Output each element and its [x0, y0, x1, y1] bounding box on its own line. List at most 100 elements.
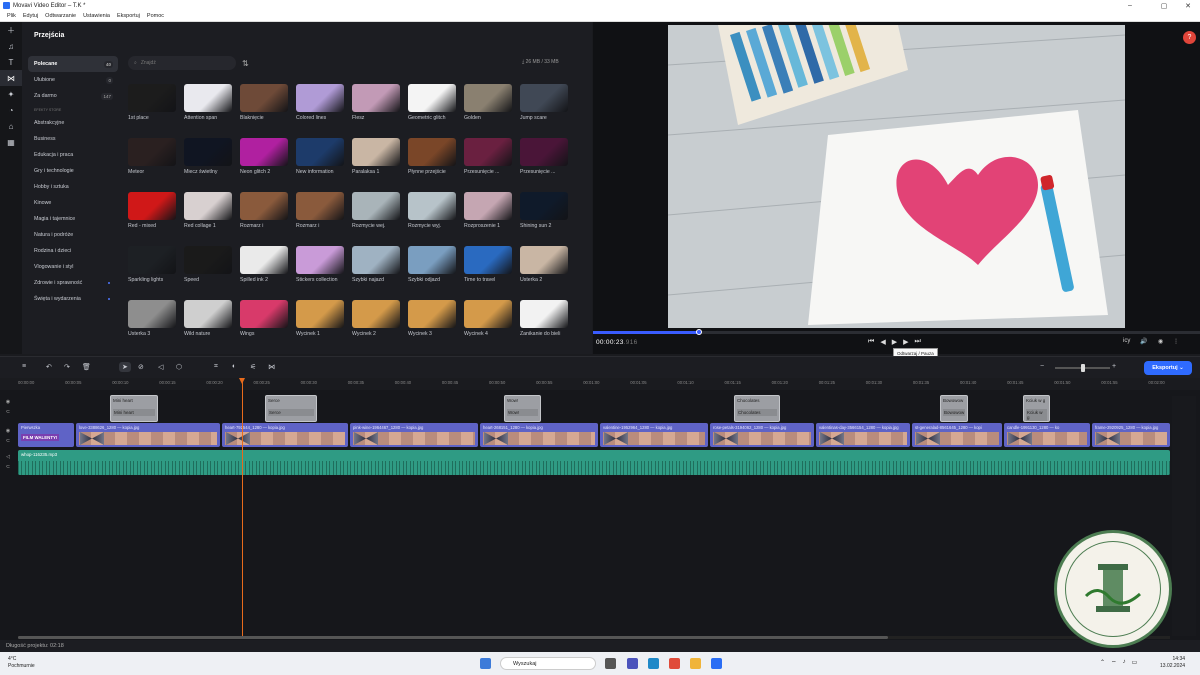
- select-tool-icon[interactable]: ➤: [119, 362, 131, 372]
- skip-start-icon[interactable]: ⏮: [868, 338, 874, 346]
- menu-edit[interactable]: Edytuj: [23, 13, 38, 19]
- category-2[interactable]: Za darmo 147: [28, 88, 118, 104]
- transition-tile[interactable]: Spilled ink 2: [240, 246, 288, 283]
- snapshot-icon[interactable]: ◉: [1158, 338, 1163, 345]
- crop-icon[interactable]: ⌗: [214, 363, 218, 371]
- weather-widget[interactable]: 4°C Pochmurnie: [8, 656, 35, 670]
- category-1[interactable]: Ulubione 0: [28, 72, 118, 88]
- clock[interactable]: 14:34 13.02.2024: [1160, 656, 1185, 670]
- chevron-up-icon[interactable]: ⌃: [1100, 659, 1105, 667]
- transition-thumbnail[interactable]: [520, 138, 568, 166]
- category-store-7[interactable]: Natura i podróże: [28, 227, 118, 243]
- transition-thumbnail[interactable]: [240, 246, 288, 274]
- category-0[interactable]: Polecane 40: [28, 56, 118, 72]
- transition-tile[interactable]: Wycinek 1: [296, 300, 344, 337]
- delete-icon[interactable]: 🗑: [82, 363, 91, 371]
- help-button[interactable]: ?: [1183, 31, 1196, 44]
- transition-tile[interactable]: Blaknięcie: [240, 84, 288, 121]
- track-settings-icon[interactable]: ≡: [22, 363, 26, 370]
- title-clip[interactable]: Serce Serce: [265, 395, 317, 422]
- category-store-4[interactable]: Hobby i sztuka: [28, 179, 118, 195]
- video-clip[interactable]: valentinas-day-3566154_1280 — kopia.jpg: [816, 423, 910, 447]
- more-options-icon[interactable]: ⋮: [1173, 338, 1179, 345]
- mute-icon[interactable]: ◁: [6, 454, 10, 460]
- transition-tile[interactable]: Flesz: [352, 84, 400, 121]
- prev-frame-icon[interactable]: ◀: [880, 338, 885, 346]
- transition-tile[interactable]: Przesunięcie ...: [464, 138, 512, 175]
- redo-icon[interactable]: ↷: [64, 363, 70, 371]
- zoom-handle[interactable]: [1081, 364, 1085, 372]
- marker-icon[interactable]: ◁: [158, 363, 163, 371]
- transition-thumbnail[interactable]: [128, 246, 176, 274]
- transition-thumbnail[interactable]: [464, 192, 512, 220]
- transition-tile[interactable]: Stickers collection: [296, 246, 344, 283]
- transition-tile[interactable]: Rozmycie wej.: [352, 192, 400, 229]
- volume-icon[interactable]: 🔊: [1140, 338, 1147, 345]
- adjust-icon[interactable]: ⚟: [250, 363, 256, 371]
- blade-tool-icon[interactable]: ⊘: [138, 363, 144, 371]
- transition-tile[interactable]: Wycinek 3: [408, 300, 456, 337]
- more-icon[interactable]: ▦: [0, 134, 22, 150]
- title-clip[interactable]: Kciuk w g Kciuk w g: [1023, 395, 1050, 422]
- menu-playback[interactable]: Odtwarzanie: [45, 13, 76, 19]
- transition-thumbnail[interactable]: [184, 84, 232, 112]
- time-ruler[interactable]: 00:00:00 00:00:05 00:00:10 00:00:15 00:00:20…: [0, 378, 1200, 390]
- music-icon[interactable]: ♫: [0, 38, 22, 54]
- transition-thumbnail[interactable]: [464, 84, 512, 112]
- transition-tile[interactable]: Przesunięcie ...: [520, 138, 568, 175]
- transition-tile[interactable]: 1st place: [128, 84, 176, 121]
- export-button[interactable]: Eksportuj ⌄: [1144, 361, 1192, 375]
- taskbar-search[interactable]: Wyszukaj: [500, 657, 596, 670]
- transition-thumbnail[interactable]: [240, 300, 288, 328]
- video-clip[interactable]: heart-792544_1280 — kopia.jpg: [222, 423, 348, 447]
- transition-thumbnail[interactable]: [128, 138, 176, 166]
- transition-tile[interactable]: Rozproszenie 1: [464, 192, 512, 229]
- category-store-6[interactable]: Magia i tajemnice: [28, 211, 118, 227]
- plus-icon[interactable]: ＋: [0, 22, 22, 38]
- transition-tile[interactable]: Golden: [464, 84, 512, 121]
- audio-clip[interactable]: whop-116235.mp3: [18, 450, 1170, 475]
- zoom-out-icon[interactable]: −: [1040, 363, 1044, 370]
- transition-thumbnail[interactable]: [296, 138, 344, 166]
- transition-tile[interactable]: Attention span: [184, 84, 232, 121]
- video-clip[interactable]: Pierwszka FILM WALENTY!: [18, 423, 74, 447]
- transition-tile[interactable]: Rozmarz i: [296, 192, 344, 229]
- transition-tile[interactable]: Neon glitch 2: [240, 138, 288, 175]
- transition-thumbnail[interactable]: [408, 246, 456, 274]
- title-clip[interactable]: Wow! Wow!: [504, 395, 541, 422]
- explorer-icon[interactable]: [690, 658, 701, 669]
- transition-thumbnail[interactable]: [128, 300, 176, 328]
- speaker-icon[interactable]: ♪: [1123, 659, 1126, 667]
- chrome-icon[interactable]: [669, 658, 680, 669]
- text-icon[interactable]: T: [0, 54, 22, 70]
- zoom-in-icon[interactable]: +: [1112, 363, 1116, 370]
- transition-thumbnail[interactable]: [184, 300, 232, 328]
- undo-icon[interactable]: ↶: [46, 363, 52, 371]
- transition-thumbnail[interactable]: [464, 138, 512, 166]
- transition-tile[interactable]: Usterka 2: [520, 246, 568, 283]
- transition-thumbnail[interactable]: [296, 84, 344, 112]
- video-clip[interactable]: frame-2920925_1280 — kopia.jpg: [1092, 423, 1170, 447]
- transition-tile[interactable]: Geometric glitch: [408, 84, 456, 121]
- color-icon[interactable]: ◐: [232, 363, 236, 370]
- transition-tile[interactable]: Wycinek 4: [464, 300, 512, 337]
- transition-thumbnail[interactable]: [408, 192, 456, 220]
- transition-thumbnail[interactable]: [128, 84, 176, 112]
- transition-thumbnail[interactable]: [184, 138, 232, 166]
- transition-thumbnail[interactable]: [296, 192, 344, 220]
- playhead-handle[interactable]: [239, 378, 245, 384]
- menu-settings[interactable]: Ustawienia: [83, 13, 110, 19]
- transition-tile[interactable]: Miecz świetlny: [184, 138, 232, 175]
- transition-thumbnail[interactable]: [352, 246, 400, 274]
- menu-help[interactable]: Pomoc: [147, 13, 164, 19]
- category-store-11[interactable]: Święta i wydarzenia: [28, 291, 118, 307]
- category-store-1[interactable]: Business: [28, 131, 118, 147]
- transition-tile[interactable]: Jump scare: [520, 84, 568, 121]
- transition-tile[interactable]: Time to travel: [464, 246, 512, 283]
- video-clip[interactable]: valentine-1952964_1280 — kopia.jpg: [600, 423, 708, 447]
- transition-tile[interactable]: Rozmarz i: [240, 192, 288, 229]
- transitions-icon[interactable]: ⋈: [0, 70, 22, 86]
- transition-thumbnail[interactable]: [520, 246, 568, 274]
- category-store-10[interactable]: Zdrowie i sprawność: [28, 275, 118, 291]
- transition-thumbnail[interactable]: [520, 192, 568, 220]
